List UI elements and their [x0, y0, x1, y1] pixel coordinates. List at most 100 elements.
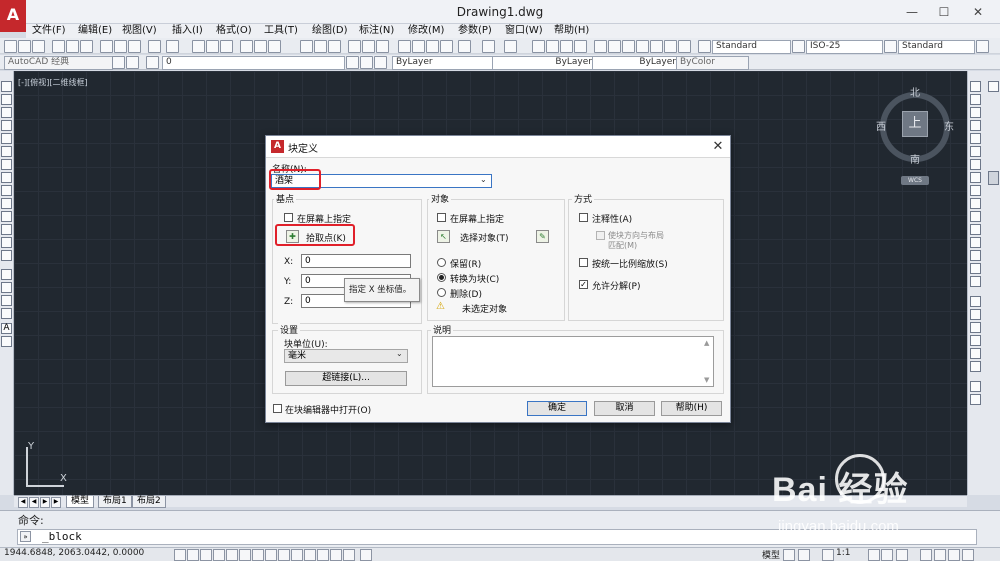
quick-select-icon[interactable]: ✎ [536, 230, 549, 243]
dynamic-ucs-icon[interactable] [278, 549, 290, 561]
paste-icon-2[interactable] [426, 40, 439, 53]
scale-uniformly-checkbox[interactable] [579, 258, 588, 267]
auto-scale-icon[interactable] [881, 549, 893, 561]
cancel-button[interactable]: 取消 [594, 401, 655, 416]
zoom-previous-icon[interactable] [220, 40, 233, 53]
color-select[interactable]: ByLayer [392, 56, 493, 70]
send-under-icon[interactable] [970, 348, 981, 359]
block-unit-chevron-down-icon[interactable]: ⌄ [396, 349, 403, 358]
line-icon[interactable] [1, 81, 12, 92]
lineweight-icon[interactable] [304, 549, 316, 561]
command-customize-icon[interactable]: » [20, 531, 31, 542]
make-block-icon[interactable] [1, 237, 12, 248]
select-objects-icon[interactable]: ↖ [437, 230, 450, 243]
zoom-realtime-icon[interactable] [546, 40, 559, 53]
publish-icon-2[interactable] [376, 40, 389, 53]
preview-icon[interactable] [66, 40, 79, 53]
insert-block-icon[interactable] [1, 224, 12, 235]
dynamic-input-icon[interactable] [291, 549, 303, 561]
next-tab-arrow[interactable]: ▶ [40, 497, 50, 508]
table-icon[interactable] [1, 308, 12, 319]
pencil-icon[interactable] [988, 81, 999, 92]
isolate-objects-icon[interactable] [948, 549, 960, 561]
menu-help[interactable]: 帮助(H) [554, 24, 589, 38]
text-front-icon[interactable] [970, 361, 981, 372]
multiline-text-icon[interactable]: A [1, 323, 12, 334]
new-file-icon[interactable] [4, 40, 17, 53]
leaders-front-icon[interactable] [970, 394, 981, 405]
workspace-select[interactable]: AutoCAD 经典 [4, 56, 113, 70]
dimension-front-icon[interactable] [970, 381, 981, 392]
multileader-style-icon[interactable] [976, 40, 989, 53]
open-file-icon-2[interactable] [314, 40, 327, 53]
quick-properties-icon[interactable] [330, 549, 342, 561]
compass-south[interactable]: 南 [910, 151, 920, 166]
hyperlink-button[interactable]: 超链接(L)... [285, 371, 407, 386]
publish-icon[interactable] [80, 40, 93, 53]
chevron-down-icon[interactable]: ⌄ [480, 175, 487, 184]
array-icon[interactable] [970, 133, 981, 144]
retain-radio[interactable] [437, 258, 446, 267]
text-style-select[interactable]: Standard [712, 40, 791, 54]
annotation-scale[interactable]: 1:1 [836, 548, 850, 558]
point-icon[interactable] [1, 250, 12, 261]
annotation-monitor-icon[interactable] [360, 549, 372, 561]
undo-icon[interactable] [148, 40, 161, 53]
tab-layout1[interactable]: 布局1 [98, 496, 132, 508]
save-icon[interactable] [32, 40, 45, 53]
open-file-icon[interactable] [18, 40, 31, 53]
hardware-acceleration-icon[interactable] [934, 549, 946, 561]
sheet-set-icon[interactable] [636, 40, 649, 53]
quick-view-layouts-icon[interactable] [783, 549, 795, 561]
plotstyle-select[interactable]: ByColor [676, 56, 749, 70]
menu-file[interactable]: 文件(F) [32, 24, 66, 38]
scale-icon[interactable] [970, 172, 981, 183]
transparency-icon[interactable] [317, 549, 329, 561]
tool-palettes-icon[interactable] [268, 40, 281, 53]
workspace-settings-icon[interactable] [112, 56, 125, 69]
zoom-previous-icon-2[interactable] [574, 40, 587, 53]
object-snap-tracking-icon[interactable] [265, 549, 277, 561]
break-icon[interactable] [970, 224, 981, 235]
pan-icon[interactable] [192, 40, 205, 53]
copy-object-icon[interactable] [970, 94, 981, 105]
print-icon-2[interactable] [348, 40, 361, 53]
polygon-icon[interactable] [1, 120, 12, 131]
menu-format[interactable]: 格式(O) [216, 24, 252, 38]
stretch-icon[interactable] [970, 185, 981, 196]
prev-tab-arrow[interactable]: ◀ [29, 497, 39, 508]
delete-radio[interactable] [437, 288, 446, 297]
minimize-button[interactable]: — [896, 2, 928, 22]
redo-icon-2[interactable] [504, 40, 517, 53]
menu-dimension[interactable]: 标注(N) [359, 24, 394, 38]
model-space-toggle[interactable]: 模型 [762, 548, 780, 561]
ok-button[interactable]: 确定 [527, 401, 587, 416]
cut-icon[interactable] [100, 40, 113, 53]
construction-line-icon[interactable] [1, 94, 12, 105]
description-textarea[interactable] [432, 336, 714, 387]
layer-manager-icon[interactable] [146, 56, 159, 69]
close-icon[interactable]: ✕ [710, 139, 726, 155]
revision-cloud-icon[interactable] [1, 172, 12, 183]
maximize-button[interactable]: ☐ [928, 2, 960, 22]
extend-icon[interactable] [970, 211, 981, 222]
first-tab-arrow[interactable]: ◀ [18, 497, 28, 508]
menu-edit[interactable]: 编辑(E) [78, 24, 112, 38]
table-style-select[interactable]: Standard [898, 40, 975, 54]
calculator-icon[interactable] [664, 40, 677, 53]
erase-icon[interactable] [970, 81, 981, 92]
match-orientation-checkbox[interactable] [596, 231, 605, 240]
x-coordinate-input[interactable]: 0 [301, 254, 411, 268]
design-center-icon-2[interactable] [608, 40, 621, 53]
properties-icon[interactable] [240, 40, 253, 53]
vertical-scrollbar-thumb[interactable] [988, 171, 999, 185]
zoom-window-icon[interactable] [560, 40, 573, 53]
tab-layout2[interactable]: 布局2 [132, 496, 166, 508]
send-back-icon[interactable] [970, 322, 981, 333]
add-selected-icon[interactable] [1, 336, 12, 347]
menu-insert[interactable]: 插入(I) [172, 24, 203, 38]
quick-view-drawings-icon[interactable] [798, 549, 810, 561]
redo-icon[interactable] [166, 40, 179, 53]
ortho-mode-icon[interactable] [213, 549, 225, 561]
3d-object-snap-icon[interactable] [252, 549, 264, 561]
